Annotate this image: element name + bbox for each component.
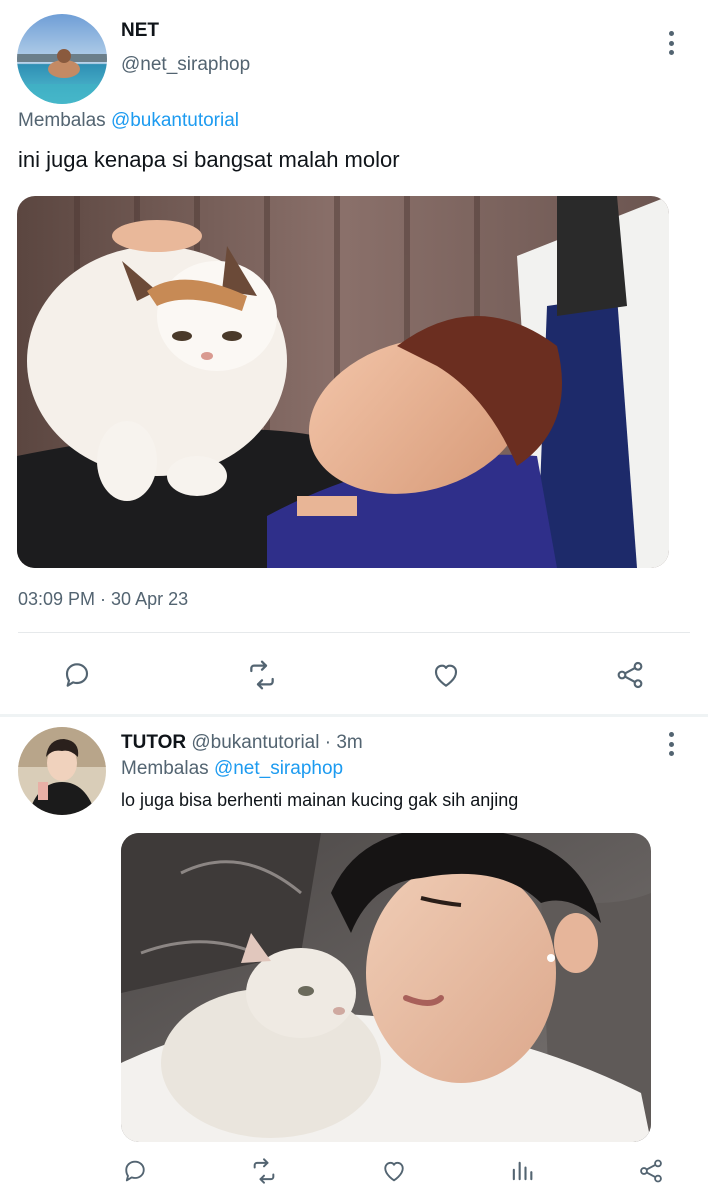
replying-prefix: Membalas [121, 758, 209, 779]
divider [18, 632, 690, 633]
avatar[interactable] [17, 14, 107, 104]
tweet-text: lo juga bisa berhenti mainan kucing gak … [121, 790, 519, 810]
more-options-icon[interactable] [666, 732, 676, 756]
retweet-icon[interactable] [244, 657, 280, 693]
mention-link[interactable]: @bukantutorial [111, 110, 239, 131]
photo-man-with-cat [121, 833, 651, 1142]
display-name[interactable]: NET [121, 20, 159, 42]
mention-link[interactable]: @net_siraphop [214, 758, 343, 779]
tweet-thread: NET @net_siraphop Membalas @bukantutoria… [0, 0, 708, 1200]
reply-tweet[interactable]: TUTOR @bukantutorial · 3m Membalas @net_… [0, 717, 708, 1200]
display-name[interactable]: TUTOR [121, 732, 186, 753]
share-icon[interactable] [633, 1153, 669, 1189]
retweet-icon[interactable] [246, 1153, 282, 1189]
focused-tweet: NET @net_siraphop Membalas @bukantutoria… [0, 0, 708, 716]
tweet-text: ini juga kenapa si bangsat malah molor [18, 147, 400, 172]
avatar[interactable] [18, 727, 106, 815]
avatar-photo [17, 14, 107, 104]
like-icon[interactable] [428, 657, 464, 693]
replying-to: Membalas @net_siraphop [121, 758, 343, 780]
avatar-photo [18, 727, 106, 815]
user-handle[interactable]: @bukantutorial [191, 732, 319, 753]
tweet-actions [0, 650, 708, 700]
like-icon[interactable] [376, 1153, 412, 1189]
views-icon[interactable] [504, 1153, 540, 1189]
reply-header: TUTOR @bukantutorial · 3m [121, 732, 363, 754]
reply-icon[interactable] [117, 1153, 153, 1189]
tweet-photo[interactable] [17, 196, 669, 568]
user-handle[interactable]: @net_siraphop [121, 54, 250, 76]
replying-to: Membalas @bukantutorial [18, 110, 239, 132]
tweet-photo[interactable] [121, 833, 651, 1142]
more-options-icon[interactable] [666, 31, 676, 55]
share-icon[interactable] [612, 657, 648, 693]
reply-icon[interactable] [59, 657, 95, 693]
tweet-timestamp[interactable]: 03:09 PM · 30 Apr 23 [18, 589, 188, 610]
replying-prefix: Membalas [18, 110, 106, 131]
tweet-actions [0, 1153, 708, 1193]
photo-man-with-cat [17, 196, 669, 568]
relative-time[interactable]: · 3m [325, 732, 363, 753]
